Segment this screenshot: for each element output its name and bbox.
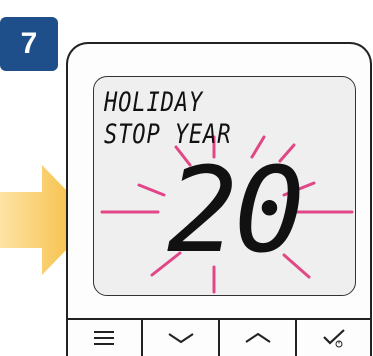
- up-button[interactable]: [220, 320, 297, 356]
- screen-title-line1: HOLIDAY: [104, 87, 204, 118]
- step-badge: 7: [0, 17, 58, 71]
- menu-icon: [93, 331, 114, 345]
- menu-button[interactable]: [66, 320, 143, 356]
- check-power-icon: [322, 329, 345, 348]
- chevron-down-icon: [167, 333, 194, 344]
- down-button[interactable]: [143, 320, 220, 356]
- step-number: 7: [20, 27, 38, 60]
- button-bar: [66, 318, 372, 356]
- year-value: 20: [166, 141, 305, 279]
- confirm-button[interactable]: [297, 320, 372, 356]
- lcd-screen: HOLIDAY STOP YEAR 20: [93, 76, 356, 296]
- chevron-up-icon: [244, 332, 271, 343]
